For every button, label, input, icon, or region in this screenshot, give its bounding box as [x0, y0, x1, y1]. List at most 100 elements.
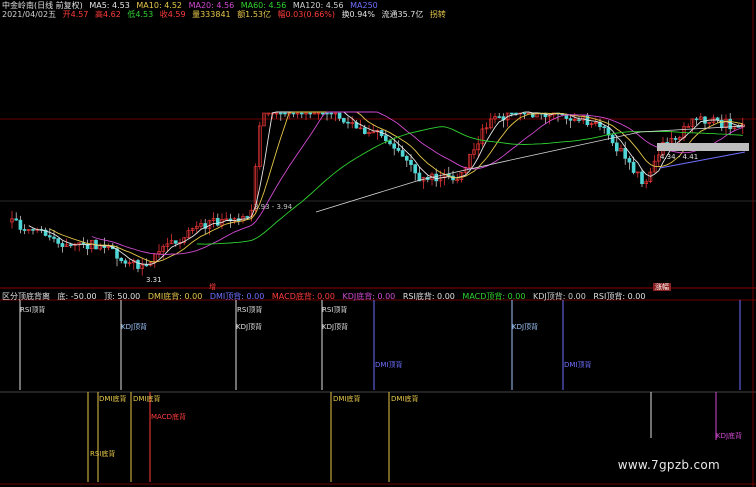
candle-body [69, 244, 73, 247]
chart-grid [0, 0, 756, 487]
signal-kdj-top-3: KDJ顶背 [322, 323, 349, 331]
candle-body [283, 112, 287, 115]
candle-body [610, 134, 615, 144]
candle-body [673, 138, 678, 140]
indicator-dmi-top: DMI顶背: 0.00 [209, 292, 265, 301]
candle-body [383, 135, 388, 141]
candle-body [245, 216, 249, 218]
candle-body [614, 142, 619, 152]
quote-open: 开4.57 [62, 10, 89, 19]
candle-body [31, 229, 35, 231]
candle-body [47, 235, 52, 238]
quote-volume: 量333841 [192, 10, 231, 19]
candlestick-chart[interactable] [0, 0, 756, 487]
signal-rsi-top-1: RSI顶背 [20, 306, 46, 314]
candle-body [400, 150, 405, 157]
candle-body [509, 112, 514, 115]
quote-low: 低4.53 [127, 10, 154, 19]
range-box [657, 143, 749, 151]
candle-body [278, 112, 283, 115]
ma120-line [315, 125, 746, 213]
ma250-value: MA250 [350, 1, 378, 10]
quote-tag: 拐转 [429, 10, 446, 19]
candle-body [396, 148, 401, 151]
candles [10, 112, 745, 276]
candle-body [341, 118, 346, 123]
candle-body [291, 112, 296, 115]
candle-body [631, 161, 636, 173]
ma60-value: MA60: 4.56 [240, 1, 287, 10]
low-price-label: 3.31 [146, 276, 162, 284]
indicator-title: 区分顶底背离 [2, 292, 50, 301]
candle-body [577, 119, 581, 121]
indicator-kdj-bottom: KDJ底背: 0.00 [342, 292, 396, 301]
quote-turnover: 换0.94% [341, 10, 375, 19]
moving-averages [28, 111, 749, 265]
quote-date: 2021/04/02五 [2, 10, 57, 19]
candle-body [623, 148, 628, 159]
ma20-value: MA20: 4.56 [188, 1, 235, 10]
ma120-value: MA120: 4.56 [292, 1, 344, 10]
signal-dmi-bottom-2: DMI底背 [133, 395, 161, 403]
ma5-value: MA5: 4.53 [89, 1, 130, 10]
stock-name: 中金岭南(日线 前复权) [2, 1, 83, 10]
indicator-bottom: 底: -50.00 [57, 292, 97, 301]
mid-range-label: 3.93 - 3.94 [254, 203, 293, 211]
candle-body [14, 218, 18, 221]
candle-body [144, 264, 149, 267]
indicator-macd-bottom: MACD底背: 0.00 [271, 292, 335, 301]
candle-body [522, 112, 527, 115]
candle-body [299, 112, 304, 115]
indicator-rsi-bottom: RSI底背: 0.00 [402, 292, 455, 301]
candle-body [694, 118, 699, 121]
candle-body [60, 243, 65, 247]
candle-body [22, 229, 27, 231]
candle-body [640, 171, 644, 184]
candle-body [136, 260, 140, 269]
indicator-top: 顶: 50.00 [104, 292, 141, 301]
candle-body [497, 116, 502, 118]
quote-row: 2021/04/02五 开4.57 高4.62 低4.53 收4.59 量333… [2, 10, 450, 19]
watermark: www.7gpzb.com [617, 458, 720, 472]
candle-body [362, 127, 367, 134]
candle-body [703, 116, 707, 124]
candle-body [174, 240, 178, 244]
indicator-macd-top: MACD顶背: 0.00 [462, 292, 526, 301]
signal-rsi-top-3: RSI顶背 [322, 306, 348, 314]
candle-body [602, 126, 607, 129]
candle-body [123, 260, 128, 264]
signal-macd-bottom-1: MACD底背 [151, 413, 186, 421]
signal-dmi-bottom-1: DMI底背 [99, 395, 127, 403]
candle-body [52, 236, 56, 239]
candle-body [409, 160, 413, 165]
candle-body [337, 112, 342, 119]
quote-high: 高4.62 [95, 10, 121, 19]
candle-body [413, 164, 418, 174]
signal-rsi-bottom-1: RSI底背 [90, 450, 116, 458]
candle-body [329, 112, 334, 115]
candle-body [568, 118, 573, 121]
indicator-legend: 区分顶底背离 底: -50.00 顶: 50.00 DMI底背: 0.00 DM… [2, 291, 650, 302]
signal-dmi-top-2: DMI顶背 [564, 361, 592, 369]
indicator-dmi-bottom: DMI底背: 0.00 [147, 292, 203, 301]
candle-body [18, 219, 23, 230]
right-range-label: 4.34 - 4.41 [660, 153, 699, 161]
signal-dmi-bottom-4: DMI底背 [391, 395, 419, 403]
signal-rsi-top-2: RSI顶背 [237, 306, 263, 314]
quote-close: 收4.59 [159, 10, 186, 19]
indicator-rsi-top: RSI顶背: 0.00 [593, 292, 646, 301]
candle-body [320, 112, 325, 115]
indicator-kdj-top: KDJ顶背: 0.00 [533, 292, 586, 301]
ma-legend-row: 中金岭南(日线 前复权) MA5: 4.53 MA10: 4.52 MA20: … [2, 1, 382, 10]
candle-body [627, 158, 632, 163]
quote-amount: 额1.53亿 [237, 10, 271, 19]
candle-body [514, 112, 518, 115]
candle-body [56, 238, 61, 244]
candle-body [392, 143, 397, 149]
signal-kdj-top-1: KDJ顶背 [121, 323, 148, 331]
up-marker: 增 [209, 283, 216, 291]
signal-kdj-bottom-1: KDJ底背 [716, 432, 743, 440]
signal-kdj-top-2: KDJ顶背 [236, 323, 263, 331]
signal-dmi-bottom-3: DMI底背 [333, 395, 361, 403]
candle-body [346, 121, 350, 124]
